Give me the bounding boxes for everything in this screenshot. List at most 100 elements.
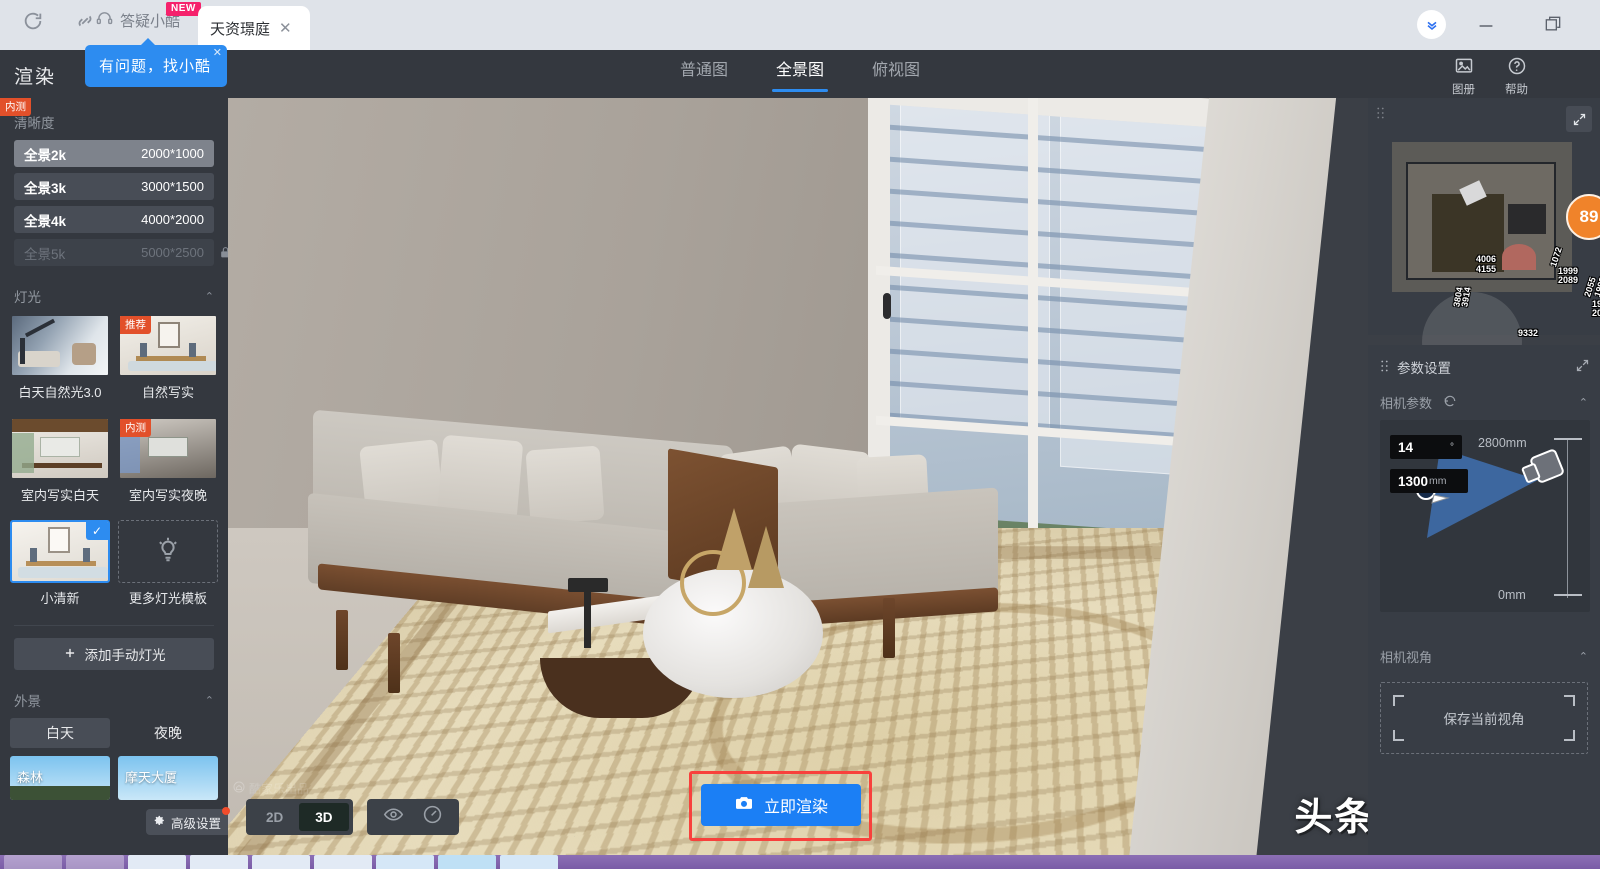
gauge-icon[interactable] xyxy=(422,804,443,830)
drag-handle-icon[interactable] xyxy=(1380,359,1389,376)
render-now-label: 立即渲染 xyxy=(763,799,828,816)
add-manual-light-button[interactable]: 添加手动灯光 xyxy=(14,638,214,670)
link-icon[interactable] xyxy=(74,10,96,32)
assistant-tooltip: ✕ 有问题，找小酷 xyxy=(85,38,228,87)
eye-icon[interactable] xyxy=(383,804,404,830)
reset-icon[interactable] xyxy=(1442,393,1458,412)
lighting-badge: 内测 xyxy=(0,98,31,116)
outdoor-scene-forest[interactable]: 森林 xyxy=(10,756,110,800)
lighting-item-indoor-night[interactable]: 内测 室内写实夜晚 xyxy=(118,417,218,512)
ruler-cap-top xyxy=(1554,438,1582,440)
outdoor-tab-night[interactable]: 夜晚 xyxy=(118,718,218,748)
parameters-title: 参数设置 xyxy=(1397,361,1451,376)
check-icon: ✓ xyxy=(86,522,108,540)
preview-swatch-icon xyxy=(219,145,228,162)
taskbar-item[interactable] xyxy=(190,855,248,869)
lighting-item-indoor-day[interactable]: 内测 室内写实白天 xyxy=(0,98,110,512)
taskbar-item[interactable] xyxy=(376,855,434,869)
clarity-section-title: 清晰度 xyxy=(0,98,228,140)
render-button-highlight: 立即渲染 xyxy=(689,771,872,841)
outdoor-scene-skyscraper[interactable]: 摩天大厦 xyxy=(118,756,218,800)
fov-unit: ° xyxy=(1450,441,1454,453)
help-button[interactable]: 帮助 xyxy=(1505,56,1528,97)
camera-height-input[interactable]: 1300 mm xyxy=(1390,469,1468,493)
fov-input[interactable]: 14 ° xyxy=(1390,435,1462,459)
view-mode-2d[interactable]: 2D xyxy=(250,803,299,831)
dimension-label: 2094 xyxy=(1592,308,1600,318)
view-mode-3d[interactable]: 3D xyxy=(299,803,349,831)
drag-handle-icon[interactable] xyxy=(1376,106,1385,125)
lighting-item-fresh[interactable]: ✓ 小清新 xyxy=(10,520,110,615)
render-now-button[interactable]: 立即渲染 xyxy=(701,784,861,826)
lighting-item-daylight30[interactable]: 白天自然光3.0 xyxy=(10,314,110,409)
restore-button[interactable] xyxy=(1543,14,1563,34)
taskbar-item[interactable] xyxy=(4,855,62,869)
expand-icon[interactable] xyxy=(1566,106,1592,132)
camera-params-header: 相机参数 ⌃ xyxy=(1368,387,1600,420)
preview-swatch-icon xyxy=(219,178,228,195)
lighting-item-natural-realistic[interactable]: 推荐 自然写实 xyxy=(118,314,218,409)
plus-icon xyxy=(63,646,77,663)
gear-icon xyxy=(153,814,166,830)
decor-tree xyxy=(748,526,784,588)
lighting-item-more-templates[interactable]: 更多灯光模板 xyxy=(118,520,218,615)
advanced-settings-button[interactable]: 高级设置 xyxy=(146,807,230,835)
dimension-label: 4006 xyxy=(1476,254,1497,264)
scene-watermark: 酷家乐出品 xyxy=(233,780,309,797)
sofa-leg xyxy=(336,610,348,670)
resolution-option-5k[interactable]: 全景5k 5000*2500 xyxy=(14,239,228,266)
tab-project[interactable]: 天资璟庭 ✕ xyxy=(198,6,310,50)
resolution-option-4k[interactable]: 全景4k 4000*2000 xyxy=(14,206,214,233)
tab-topview[interactable]: 俯视图 xyxy=(868,56,924,92)
expand-icon[interactable] xyxy=(1575,358,1590,376)
help-icon xyxy=(1507,56,1527,79)
new-badge: NEW xyxy=(166,2,201,16)
outdoor-tab-day[interactable]: 白天 xyxy=(10,718,110,748)
resolution-name: 全景2k xyxy=(24,147,67,163)
minimize-button[interactable] xyxy=(1475,15,1497,37)
minimap-curtain xyxy=(1502,244,1536,270)
chevron-up-icon[interactable]: ⌃ xyxy=(205,694,214,707)
resolution-dimensions: 2000*1000 xyxy=(141,146,204,161)
close-icon[interactable]: ✕ xyxy=(213,46,223,59)
taskbar-item[interactable] xyxy=(66,855,124,869)
lighting-thumbnail: 内测 xyxy=(118,417,218,480)
pillow xyxy=(525,445,605,525)
tab-panorama[interactable]: 全景图 xyxy=(771,56,829,92)
album-button[interactable]: 图册 xyxy=(1452,56,1475,97)
minimap-furniture xyxy=(1508,204,1546,234)
chevron-up-icon[interactable]: ⌃ xyxy=(1579,650,1588,663)
lighting-badge: 推荐 xyxy=(120,316,151,334)
reload-icon[interactable] xyxy=(22,10,44,32)
chrome-tool-icons xyxy=(22,10,96,32)
dimension-label: 2089 xyxy=(1558,275,1579,285)
camera-widget[interactable]: 14 ° 1300 mm 2800mm 0mm xyxy=(1380,420,1590,612)
taskbar-item[interactable] xyxy=(252,855,310,869)
taskbar-item[interactable] xyxy=(438,855,496,869)
outdoor-scene-grid: 森林 摩天大厦 xyxy=(0,748,228,800)
lighting-section-title: 灯光 ⌃ xyxy=(0,272,228,314)
taskbar-item[interactable] xyxy=(314,855,372,869)
close-icon[interactable]: ✕ xyxy=(279,19,292,37)
resolution-name: 全景5k xyxy=(24,246,66,262)
corner-mark-icon xyxy=(1393,695,1404,706)
corner-mark-icon xyxy=(1564,730,1575,741)
taskbar-item[interactable] xyxy=(500,855,558,869)
resolution-name: 全景4k xyxy=(24,213,67,229)
tab-normal[interactable]: 普通图 xyxy=(676,56,732,92)
outdoor-scene-label: 摩天大厦 xyxy=(125,770,178,785)
floorplan-minimap[interactable]: 4155 4006 1072 1999 2089 2055 1993 1974 … xyxy=(1368,98,1600,392)
resolution-option-2k[interactable]: 全景2k 2000*1000 xyxy=(14,140,214,167)
save-current-view-button[interactable]: 保存当前视角 xyxy=(1380,682,1588,754)
preview-swatch-icon xyxy=(219,211,228,228)
taskbar-item[interactable] xyxy=(128,855,186,869)
help-label: 帮助 xyxy=(1505,84,1528,96)
chevron-up-icon[interactable]: ⌃ xyxy=(205,290,214,303)
resolution-dimensions: 3000*1500 xyxy=(141,179,204,194)
os-taskbar[interactable] xyxy=(0,855,1600,869)
chevron-down-icon[interactable] xyxy=(1417,10,1446,39)
headset-icon xyxy=(96,10,113,31)
resolution-option-3k[interactable]: 全景3k 3000*1500 xyxy=(14,173,214,200)
resolution-name: 全景3k xyxy=(24,180,67,196)
chevron-up-icon[interactable]: ⌃ xyxy=(1579,396,1588,409)
